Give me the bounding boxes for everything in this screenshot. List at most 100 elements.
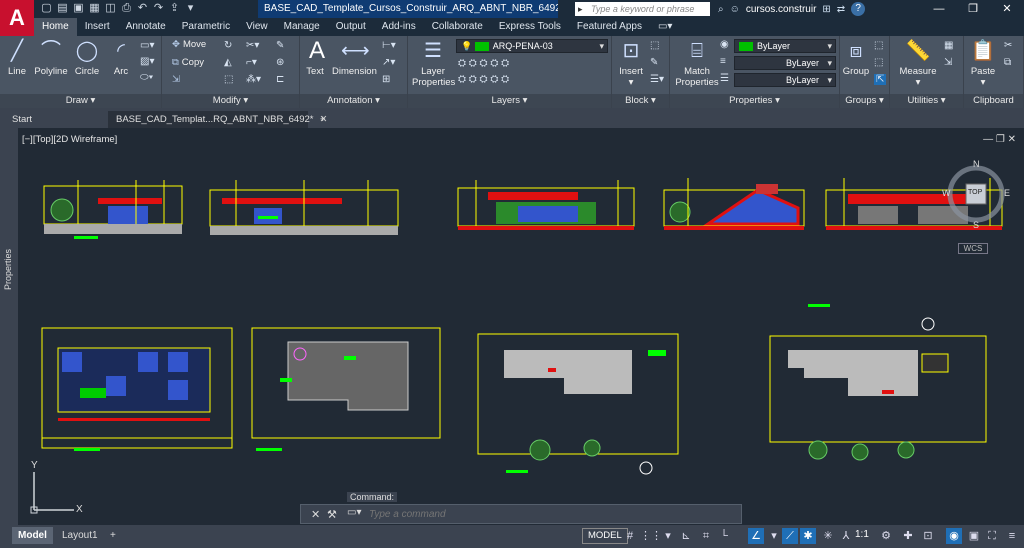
insert-button[interactable]: ⊡ Insert ▾	[616, 38, 646, 88]
tab-collaborate[interactable]: Collaborate	[424, 18, 491, 36]
new-tab-button[interactable]: +	[312, 111, 334, 128]
paste-button[interactable]: 📋 Paste ▾	[968, 38, 998, 88]
color-dropdown[interactable]: ByLayer	[734, 39, 836, 53]
quick-select-icon[interactable]: ⇲	[944, 57, 952, 68]
layout-tab-layout1[interactable]: Layout1	[56, 527, 104, 544]
object-snap-tracking-icon[interactable]: ✱	[800, 528, 816, 544]
circle-button[interactable]: ◯ Circle	[72, 38, 102, 77]
snap-icon[interactable]: ⋮⋮	[640, 528, 662, 544]
clipboard-group-label[interactable]: Clipboard	[964, 94, 1023, 108]
line-button[interactable]: ╱ Line	[4, 38, 30, 77]
new-layout-button[interactable]: +	[104, 527, 122, 544]
array-icon[interactable]: ⁂▾	[246, 74, 261, 85]
polar-tracking-icon[interactable]: ∠	[748, 528, 764, 544]
group-select-icon[interactable]: ⇱	[874, 74, 887, 85]
lineweight-icon[interactable]: ☰	[720, 73, 729, 84]
wcs-menu[interactable]: WCS	[958, 243, 988, 254]
drawing-canvas[interactable]	[18, 128, 1024, 525]
match-properties-button[interactable]: ⌸ Match Properties	[674, 38, 720, 88]
properties-palette-strip[interactable]	[0, 128, 18, 525]
command-input[interactable]	[369, 507, 729, 522]
annotation-group-label[interactable]: Annotation ▾	[300, 94, 407, 108]
linetype-icon[interactable]: ≡	[720, 56, 726, 67]
group-edit-icon[interactable]: ⬚	[874, 57, 883, 68]
search-input[interactable]: ▸ Type a keyword or phrase	[575, 2, 710, 16]
groups-group-label[interactable]: Groups ▾	[840, 94, 889, 108]
user-icon[interactable]: ☺	[730, 4, 740, 15]
minimize-icon[interactable]: —	[922, 0, 956, 18]
tab-featured-apps[interactable]: Featured Apps	[569, 18, 650, 36]
tab-output[interactable]: Output	[328, 18, 374, 36]
group-button[interactable]: ⧈ Group	[842, 38, 870, 77]
properties-palette-label[interactable]: Properties	[3, 249, 13, 290]
block-group-label[interactable]: Block ▾	[612, 94, 669, 108]
ribbon-options-icon[interactable]: ▭▾	[650, 18, 680, 36]
erase-icon[interactable]: ✎	[276, 40, 284, 51]
binoculars-icon[interactable]: ⌕	[718, 4, 724, 15]
units-icon[interactable]: ⊡	[920, 528, 936, 544]
vp-restore-icon[interactable]: ❐	[996, 134, 1005, 145]
arc-button[interactable]: ◜ Arc	[108, 38, 134, 77]
restore-icon[interactable]: ❐	[956, 0, 990, 18]
linear-dim-icon[interactable]: ⊢▾	[382, 40, 396, 51]
polyline-button[interactable]: ⌒ Polyline	[32, 38, 70, 77]
tab-manage[interactable]: Manage	[276, 18, 328, 36]
isodraft-icon[interactable]: ⟋	[782, 528, 798, 544]
snap-dropdown-icon[interactable]: ▾	[660, 528, 676, 544]
layout-tab-model[interactable]: Model	[12, 527, 53, 544]
edit-block-icon[interactable]: ✎	[650, 57, 658, 68]
measure-button[interactable]: 📏 Measure ▾	[896, 38, 940, 88]
dynamic-input-icon[interactable]: ⌗	[698, 528, 714, 544]
copy-clip-icon[interactable]: ⧉	[1004, 57, 1011, 68]
layers-group-label[interactable]: Layers ▾	[408, 94, 611, 108]
dimension-button[interactable]: ⟷ Dimension	[332, 38, 377, 77]
grid-icon[interactable]: #	[622, 528, 638, 544]
rectangle-icon[interactable]: ▭▾	[140, 40, 154, 51]
model-space-button[interactable]: MODEL	[582, 528, 628, 544]
infer-icon[interactable]: ⊾	[678, 528, 694, 544]
app-menu-button[interactable]: A	[0, 0, 34, 36]
tab-express-tools[interactable]: Express Tools	[491, 18, 569, 36]
modify-group-label[interactable]: Modify ▾	[162, 94, 299, 108]
hatch-icon[interactable]: ▨▾	[140, 56, 154, 67]
copy-button[interactable]: ⧉ Copy	[172, 57, 204, 68]
exchange-icon[interactable]: ⇄	[837, 4, 845, 15]
layer-dropdown[interactable]: 💡 ARQ-PENA-03	[456, 39, 608, 53]
tab-annotate[interactable]: Annotate	[118, 18, 174, 36]
customize-status-icon[interactable]: ≡	[1004, 528, 1020, 544]
command-prompt-icon[interactable]: ▭▾	[347, 507, 361, 518]
web-icon[interactable]: ◫	[104, 2, 117, 15]
print-icon[interactable]: ⎙	[120, 2, 133, 15]
viewcube-south[interactable]: S	[973, 220, 979, 230]
viewcube-east[interactable]: E	[1004, 188, 1010, 198]
annotation-visibility-icon[interactable]: ⅄	[838, 528, 854, 544]
leader-icon[interactable]: ↗▾	[382, 57, 395, 68]
linetype-dropdown[interactable]: ByLayer	[734, 56, 836, 70]
save-as-icon[interactable]: ▦	[88, 2, 101, 15]
ortho-icon[interactable]: └	[716, 528, 732, 544]
text-button[interactable]: A Text	[304, 38, 326, 78]
rotate-icon[interactable]: ↻	[224, 40, 232, 51]
tab-view[interactable]: View	[238, 18, 276, 36]
ungroup-icon[interactable]: ⬚	[874, 40, 883, 51]
file-tab-active[interactable]: BASE_CAD_Templat...RQ_ABNT_NBR_6492* ✕	[108, 111, 327, 128]
viewport-controls-label[interactable]: [−][Top][2D Wireframe]	[22, 134, 117, 145]
properties-group-label[interactable]: Properties ▾	[670, 94, 839, 108]
layer-tools-row1-icon[interactable]: ⛭ ⛭ ⛭ ⛭ ⛭	[458, 58, 509, 69]
color-wheel-icon[interactable]: ◉	[720, 39, 729, 50]
offset-icon[interactable]: ⊏	[276, 74, 284, 85]
undo-icon[interactable]: ↶	[136, 2, 149, 15]
open-file-icon[interactable]: ▤	[56, 2, 69, 15]
redo-icon[interactable]: ↷	[152, 2, 165, 15]
cart-icon[interactable]: ⊞	[822, 4, 830, 15]
new-file-icon[interactable]: ▢	[40, 2, 53, 15]
utilities-group-label[interactable]: Utilities ▾	[890, 94, 963, 108]
isolate-objects-icon[interactable]: ◉	[946, 528, 962, 544]
hardware-accel-icon[interactable]: ▣	[966, 528, 982, 544]
polar-dropdown-icon[interactable]: ▾	[766, 528, 782, 544]
calculator-icon[interactable]: ▦	[944, 40, 953, 51]
annotation-scale[interactable]: 1:1	[855, 529, 869, 540]
table-icon[interactable]: ⊞	[382, 74, 390, 85]
file-tab-start[interactable]: Start	[4, 111, 94, 128]
block-attr-icon[interactable]: ☰▾	[650, 74, 664, 85]
